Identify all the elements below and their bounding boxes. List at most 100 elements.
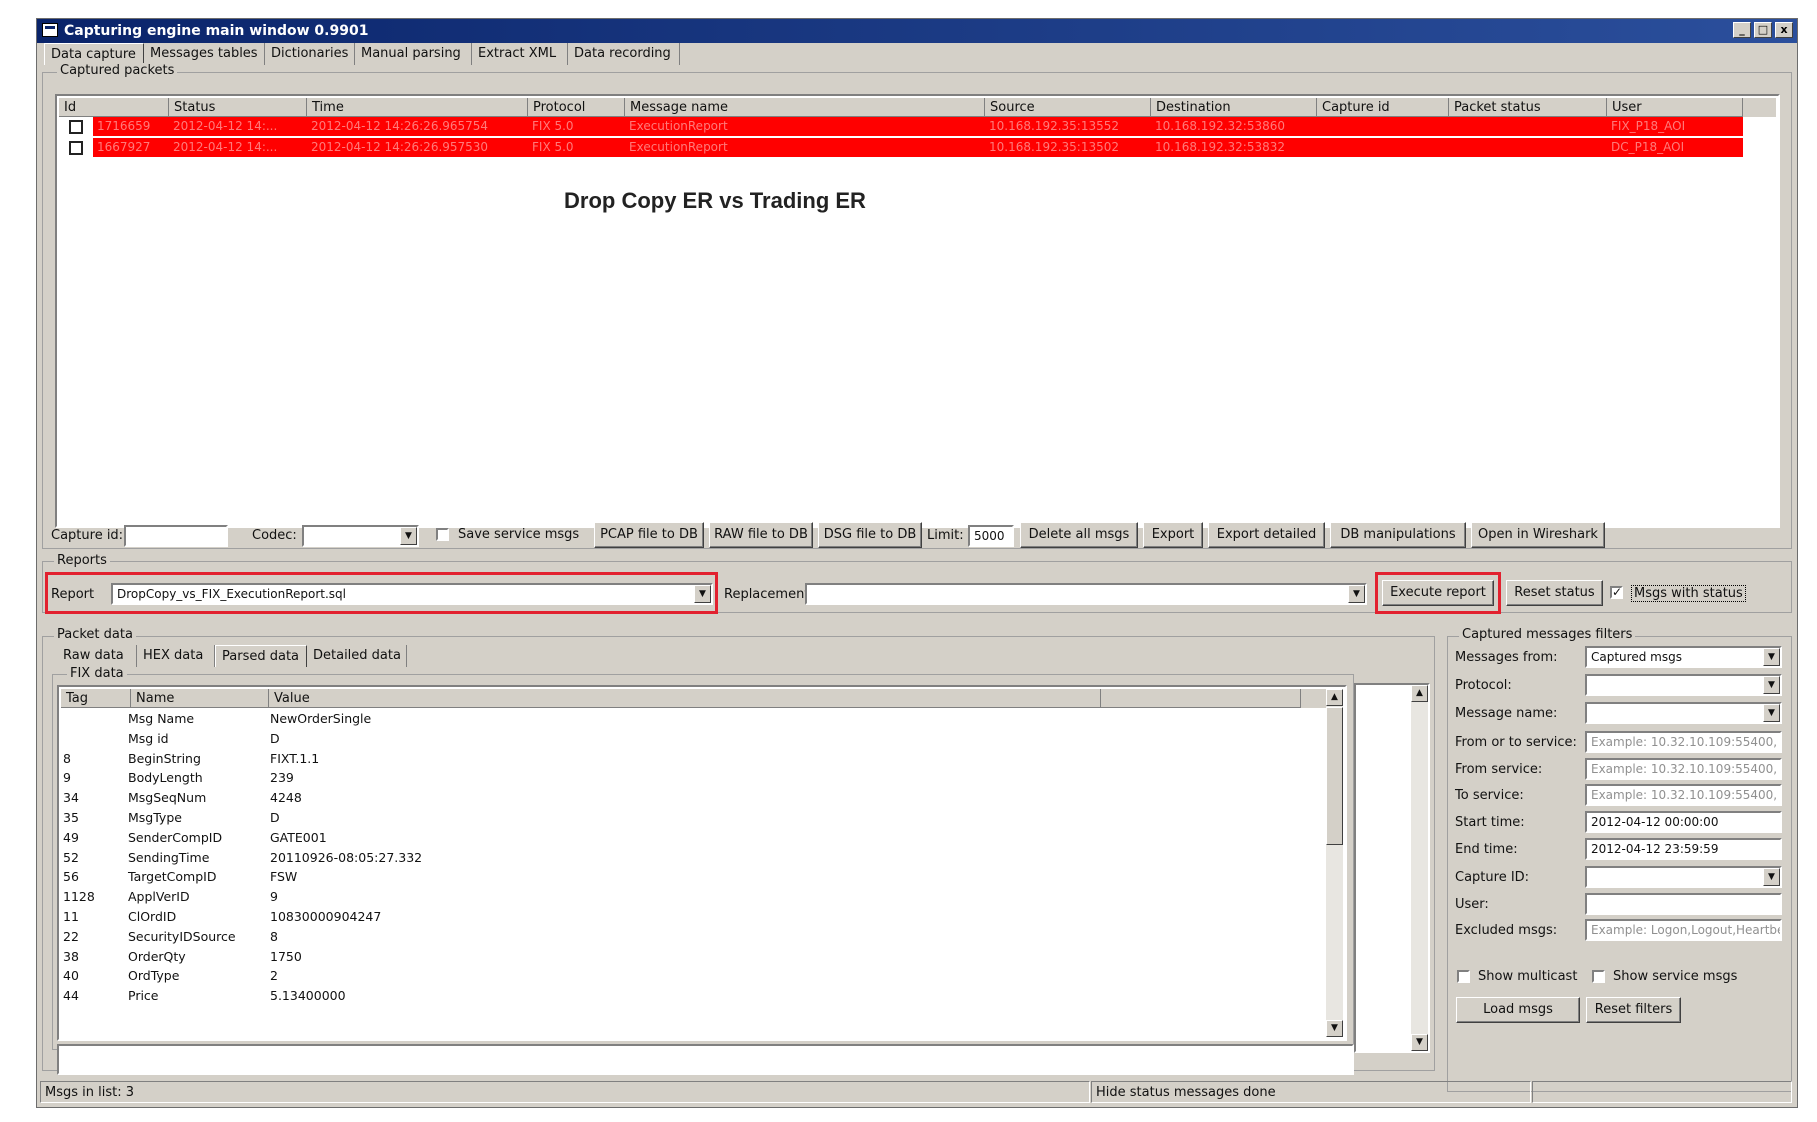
tab-detailed-data[interactable]: Detailed data [307, 645, 407, 667]
col-time[interactable]: Time [307, 98, 528, 117]
col-user[interactable]: User [1607, 98, 1743, 117]
fix-data-grid[interactable]: Tag Name Value Msg Name NewOrderSingle Msg… [57, 685, 1347, 1041]
codec-select[interactable]: ▼ [302, 525, 419, 547]
export-button[interactable]: Export [1143, 522, 1203, 548]
from-service-input[interactable]: Example: 10.32.10.109:55400, [1585, 758, 1782, 780]
col-packet-status[interactable]: Packet status [1449, 98, 1607, 117]
table-row[interactable]: 52 SendingTime 20110926-08:05:27.332 [63, 848, 1313, 868]
tab-raw-data[interactable]: Raw data [57, 645, 137, 667]
scroll-up-icon[interactable]: ▲ [1411, 685, 1428, 702]
end-time-input[interactable]: 2012-04-12 23:59:59 [1585, 838, 1782, 860]
table-row[interactable]: 34 MsgSeqNum 4248 [63, 788, 1313, 808]
table-row[interactable]: 1128 ApplVerID 9 [63, 887, 1313, 907]
to-service-input[interactable]: Example: 10.32.10.109:55400, [1585, 784, 1782, 806]
open-in-wireshark-button[interactable]: Open in Wireshark [1471, 522, 1605, 548]
table-row[interactable]: 56 TargetCompID FSW [63, 867, 1313, 887]
start-time-input[interactable]: 2012-04-12 00:00:00 [1585, 811, 1782, 833]
side-scrollbar[interactable]: ▲ ▼ [1411, 685, 1428, 1051]
message-name-select[interactable]: ▼ [1585, 702, 1782, 724]
chevron-down-icon[interactable]: ▼ [1763, 676, 1780, 694]
load-msgs-button[interactable]: Load msgs [1456, 997, 1580, 1023]
table-row[interactable]: 9 BodyLength 239 [63, 768, 1313, 788]
capture-id-input[interactable] [124, 525, 228, 547]
close-button[interactable]: x [1775, 22, 1793, 38]
msgs-with-status-checkbox[interactable]: ✓ [1610, 586, 1623, 599]
table-row[interactable]: 1716659 2012-04-12 14:... 2012-04-12 14:… [93, 117, 1743, 136]
dsg-file-to-db-button[interactable]: DSG file to DB [818, 522, 922, 548]
table-row[interactable]: 22 SecurityIDSource 8 [63, 927, 1313, 947]
from-or-to-service-label: From or to service: [1455, 735, 1577, 750]
cell-tag: 35 [63, 810, 79, 825]
tab-hex-data[interactable]: HEX data [137, 645, 215, 667]
table-row[interactable]: Msg Name NewOrderSingle [63, 709, 1313, 729]
scroll-down-icon[interactable]: ▼ [1326, 1020, 1343, 1037]
delete-all-msgs-button[interactable]: Delete all msgs [1020, 522, 1138, 548]
minimize-button[interactable]: _ [1733, 22, 1751, 38]
replacement-select[interactable]: ▼ [805, 583, 1367, 605]
col-destination[interactable]: Destination [1151, 98, 1317, 117]
cell-status: 2012-04-12 14:... [173, 140, 278, 154]
col-id[interactable]: Id [59, 98, 169, 117]
protocol-select[interactable]: ▼ [1585, 674, 1782, 696]
from-or-to-service-input[interactable]: Example: 10.32.10.109:55400, [1585, 731, 1782, 753]
col-source[interactable]: Source [985, 98, 1151, 117]
raw-file-to-db-button[interactable]: RAW file to DB [709, 522, 813, 548]
col-protocol[interactable]: Protocol [528, 98, 625, 117]
chevron-down-icon[interactable]: ▼ [1348, 585, 1365, 603]
col-capture-id[interactable]: Capture id [1317, 98, 1449, 117]
excluded-msgs-input[interactable]: Example: Logon,Logout,Heartbe [1585, 919, 1782, 941]
chevron-down-icon[interactable]: ▼ [1763, 648, 1780, 666]
reset-filters-button[interactable]: Reset filters [1586, 997, 1681, 1023]
maximize-button[interactable]: □ [1754, 22, 1772, 38]
table-row[interactable]: 11 ClOrdID 10830000904247 [63, 907, 1313, 927]
capture-id-select[interactable]: ▼ [1585, 866, 1782, 888]
export-detailed-button[interactable]: Export detailed [1208, 522, 1325, 548]
col-tag[interactable]: Tag [61, 689, 131, 708]
save-service-msgs-checkbox[interactable] [436, 528, 449, 541]
reset-status-button[interactable]: Reset status [1506, 580, 1603, 606]
tab-messages-tables[interactable]: Messages tables [144, 43, 265, 65]
col-status[interactable]: Status [169, 98, 307, 117]
scroll-thumb[interactable] [1326, 707, 1343, 845]
fix-grid-scrollbar[interactable]: ▲ ▼ [1326, 689, 1343, 1037]
pcap-file-to-db-button[interactable]: PCAP file to DB [594, 522, 704, 548]
tab-manual-parsing[interactable]: Manual parsing [355, 43, 472, 65]
table-row[interactable]: 44 Price 5.13400000 [63, 986, 1313, 1006]
title-bar[interactable]: Capturing engine main window 0.9901 _ □ … [37, 19, 1797, 43]
tab-data-capture[interactable]: Data capture [44, 43, 144, 65]
limit-input[interactable]: 5000 [968, 525, 1014, 547]
side-text-area[interactable]: ▲ ▼ [1354, 683, 1430, 1053]
raw-message-field[interactable] [57, 1044, 1354, 1075]
captured-packets-table[interactable]: Id Status Time Protocol Message name Sou… [55, 94, 1780, 528]
user-input[interactable] [1585, 893, 1782, 915]
table-row[interactable]: 8 BeginString FIXT.1.1 [63, 749, 1313, 769]
chevron-down-icon[interactable]: ▼ [1763, 704, 1780, 722]
col-value[interactable]: Value [269, 689, 1101, 708]
show-service-msgs-checkbox[interactable] [1592, 970, 1605, 983]
chevron-down-icon[interactable]: ▼ [400, 527, 417, 545]
table-row[interactable]: 38 OrderQty 1750 [63, 947, 1313, 967]
tab-extract-xml[interactable]: Extract XML [472, 43, 568, 65]
chevron-down-icon[interactable]: ▼ [1763, 868, 1780, 886]
show-multicast-checkbox[interactable] [1457, 970, 1470, 983]
db-manipulations-button[interactable]: DB manipulations [1330, 522, 1466, 548]
table-row[interactable]: Msg id D [63, 729, 1313, 749]
scroll-down-icon[interactable]: ▼ [1411, 1034, 1428, 1051]
row-checkbox[interactable] [69, 120, 83, 134]
report-highlight-box [45, 572, 718, 614]
table-row[interactable]: 49 SenderCompID GATE001 [63, 828, 1313, 848]
tab-parsed-data[interactable]: Parsed data [215, 645, 307, 667]
cell-tag: 38 [63, 948, 79, 964]
table-row[interactable]: 1667927 2012-04-12 14:... 2012-04-12 14:… [93, 138, 1743, 157]
col-message-name[interactable]: Message name [625, 98, 985, 117]
table-row[interactable]: 40 OrdType 2 [63, 966, 1313, 986]
tab-dictionaries[interactable]: Dictionaries [265, 43, 355, 65]
from-service-label: From service: [1455, 762, 1543, 777]
app-window-icon [42, 23, 58, 37]
tab-data-recording[interactable]: Data recording [568, 43, 680, 65]
col-name[interactable]: Name [131, 689, 269, 708]
scroll-up-icon[interactable]: ▲ [1326, 689, 1343, 706]
row-checkbox[interactable] [69, 141, 83, 155]
table-row[interactable]: 35 MsgType D [63, 808, 1313, 828]
messages-from-select[interactable]: Captured msgs ▼ [1585, 646, 1782, 668]
